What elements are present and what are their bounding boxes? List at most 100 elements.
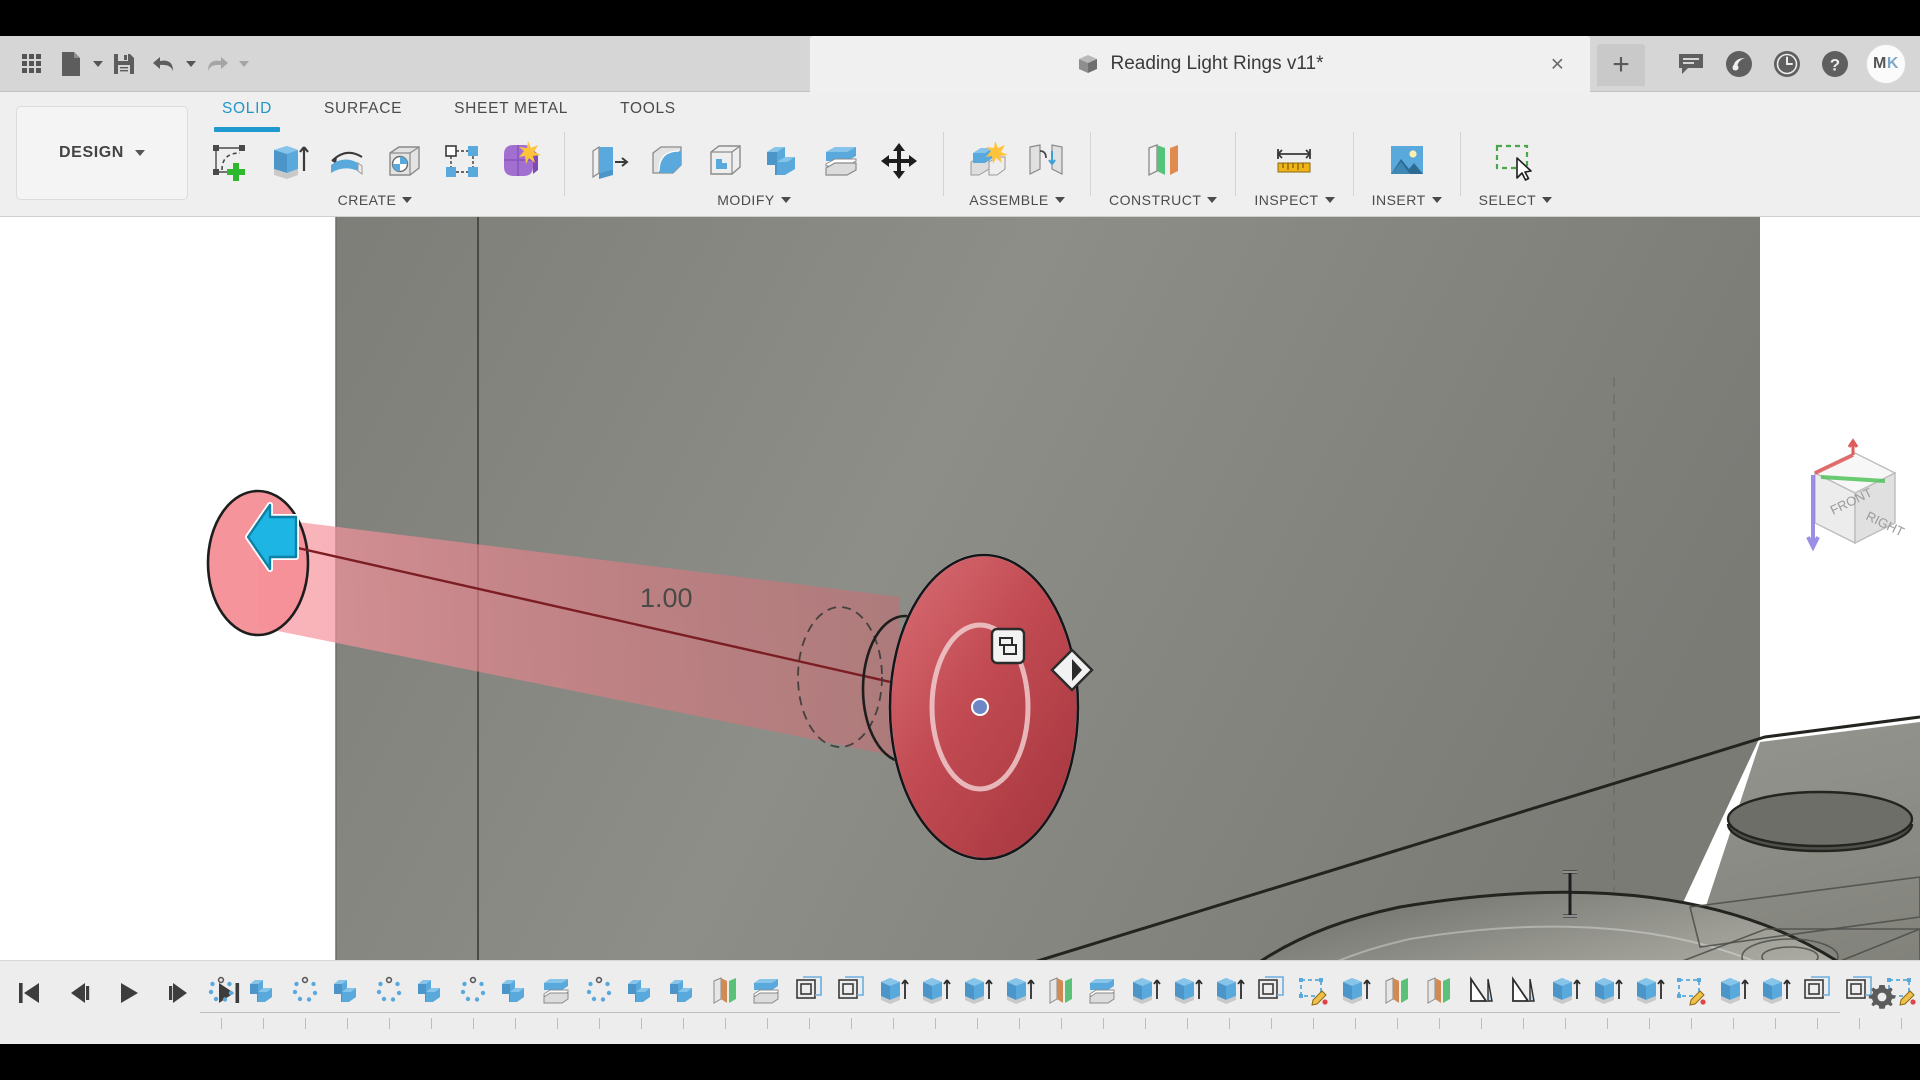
ribbon-group-modify-label[interactable]: MODIFY <box>717 192 791 208</box>
redo-dropdown-caret[interactable] <box>239 60 249 67</box>
chevron-down-icon[interactable] <box>134 150 145 156</box>
tab-tools[interactable]: TOOLS <box>594 92 702 126</box>
history-clock-icon[interactable] <box>1770 47 1804 81</box>
tab-solid[interactable]: SOLID <box>196 92 298 132</box>
timeline-feature-combine[interactable] <box>620 973 662 1029</box>
avatar[interactable]: MK <box>1866 44 1906 84</box>
ribbon-group-inspect-label[interactable]: INSPECT <box>1254 192 1335 208</box>
timeline-feature-plane[interactable] <box>788 973 830 1029</box>
ribbon-group-select-label[interactable]: SELECT <box>1479 192 1553 208</box>
chevron-down-icon[interactable] <box>1542 197 1553 203</box>
timeline-skip-start-button[interactable] <box>10 971 48 1015</box>
timeline-feature-extrude[interactable] <box>914 973 956 1029</box>
timeline-feature-combine[interactable] <box>242 973 284 1029</box>
select-tool[interactable] <box>1489 132 1541 190</box>
press-pull-tool[interactable] <box>583 132 635 190</box>
timeline-step-forward-button[interactable] <box>160 971 198 1015</box>
chevron-down-icon[interactable] <box>780 197 791 203</box>
timeline-feature-extrude[interactable] <box>872 973 914 1029</box>
new-tab-button[interactable]: + <box>1597 44 1645 86</box>
timeline-feature-split[interactable] <box>1082 973 1124 1029</box>
timeline-feature-extrude[interactable] <box>1544 973 1586 1029</box>
workspace-switcher[interactable]: DESIGN <box>16 106 188 200</box>
comment-icon[interactable] <box>1674 47 1708 81</box>
timeline-feature-sketch[interactable] <box>368 973 410 1029</box>
measure-tool[interactable] <box>1268 132 1320 190</box>
timeline-feature-combine[interactable] <box>494 973 536 1029</box>
timeline-feature-split[interactable] <box>746 973 788 1029</box>
timeline-feature-mirror[interactable] <box>1376 973 1418 1029</box>
app-grid-button[interactable] <box>12 44 50 84</box>
offset-plane-tool[interactable] <box>1137 132 1189 190</box>
timeline-settings-button[interactable] <box>1862 977 1902 1017</box>
create-form-tool[interactable] <box>494 132 546 190</box>
timeline-feature-sketchedit[interactable] <box>1670 973 1712 1029</box>
timeline-feature-mirror[interactable] <box>1418 973 1460 1029</box>
ribbon-group-insert-label[interactable]: INSERT <box>1372 192 1442 208</box>
chevron-down-icon[interactable] <box>402 197 413 203</box>
timeline-feature-extrude[interactable] <box>998 973 1040 1029</box>
chevron-down-icon[interactable] <box>1054 197 1065 203</box>
extrude-tool[interactable] <box>262 132 314 190</box>
timeline-play-button[interactable] <box>110 971 148 1015</box>
chevron-down-icon[interactable] <box>1324 197 1335 203</box>
dimension-label[interactable]: 1.00 <box>640 583 693 613</box>
timeline-feature-mirror[interactable] <box>1040 973 1082 1029</box>
ribbon-group-construct-label[interactable]: CONSTRUCT <box>1109 192 1218 208</box>
extension-icon[interactable] <box>1722 47 1756 81</box>
3d-viewport[interactable]: 1.00 FRONT RIGHT <box>0 217 1920 960</box>
hole-tool[interactable] <box>378 132 430 190</box>
move-copy-tool[interactable] <box>873 132 925 190</box>
timeline-feature-revolve[interactable] <box>1460 973 1502 1029</box>
flip-direction-handle[interactable] <box>990 627 1026 665</box>
tab-surface[interactable]: SURFACE <box>298 92 428 126</box>
save-button[interactable] <box>105 44 143 84</box>
timeline-feature-sketch[interactable] <box>284 973 326 1029</box>
timeline-feature-combine[interactable] <box>410 973 452 1029</box>
timeline-feature-plane[interactable] <box>1796 973 1838 1029</box>
timeline-feature-extrude[interactable] <box>1628 973 1670 1029</box>
timeline-feature-sketch[interactable] <box>578 973 620 1029</box>
file-button[interactable] <box>52 44 90 84</box>
insert-image-tool[interactable] <box>1381 132 1433 190</box>
timeline-feature-extrude[interactable] <box>1166 973 1208 1029</box>
ribbon-group-assemble-label[interactable]: ASSEMBLE <box>969 192 1065 208</box>
timeline-feature-extrude[interactable] <box>956 973 998 1029</box>
timeline-strip[interactable] <box>200 965 1916 1029</box>
timeline-feature-split[interactable] <box>536 973 578 1029</box>
timeline-feature-extrude[interactable] <box>1334 973 1376 1029</box>
close-icon[interactable]: × <box>1551 52 1564 76</box>
timeline-feature-mirror[interactable] <box>704 973 746 1029</box>
pattern-tool[interactable] <box>436 132 488 190</box>
help-icon[interactable]: ? <box>1818 47 1852 81</box>
chevron-down-icon[interactable] <box>1207 197 1218 203</box>
timeline-feature-extrude[interactable] <box>1124 973 1166 1029</box>
revolve-tool[interactable] <box>320 132 372 190</box>
timeline-feature-sketch[interactable] <box>452 973 494 1029</box>
chevron-down-icon[interactable] <box>1431 197 1442 203</box>
timeline-feature-sketchedit[interactable] <box>1292 973 1334 1029</box>
new-component-tool[interactable] <box>962 132 1014 190</box>
split-face-tool[interactable] <box>815 132 867 190</box>
joint-tool[interactable] <box>1020 132 1072 190</box>
create-sketch-tool[interactable] <box>204 132 256 190</box>
document-tab[interactable]: Reading Light Rings v11* × <box>810 36 1590 92</box>
timeline-feature-sketch[interactable] <box>200 973 242 1029</box>
undo-dropdown-caret[interactable] <box>186 60 196 67</box>
ribbon-group-create-label[interactable]: CREATE <box>338 192 413 208</box>
timeline-feature-combine[interactable] <box>662 973 704 1029</box>
combine-tool[interactable] <box>757 132 809 190</box>
shell-tool[interactable] <box>699 132 751 190</box>
file-dropdown-caret[interactable] <box>93 60 103 67</box>
timeline-feature-extrude[interactable] <box>1208 973 1250 1029</box>
timeline-feature-construct[interactable] <box>1250 973 1292 1029</box>
fillet-tool[interactable] <box>641 132 693 190</box>
undo-button[interactable] <box>145 44 183 84</box>
timeline-step-back-button[interactable] <box>60 971 98 1015</box>
timeline-feature-extrude[interactable] <box>1712 973 1754 1029</box>
timeline-feature-extrude[interactable] <box>1586 973 1628 1029</box>
timeline-feature-plane[interactable] <box>830 973 872 1029</box>
timeline-feature-revolve[interactable] <box>1502 973 1544 1029</box>
timeline-feature-extrude[interactable] <box>1754 973 1796 1029</box>
tab-sheet-metal[interactable]: SHEET METAL <box>428 92 594 126</box>
